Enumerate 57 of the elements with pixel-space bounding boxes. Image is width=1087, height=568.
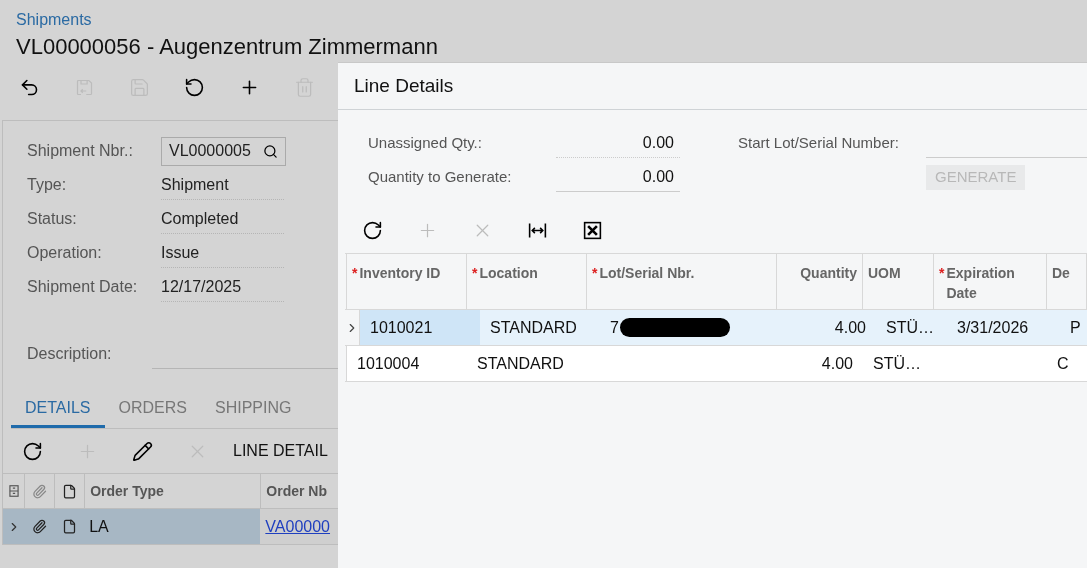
cabinet-icon (6, 484, 21, 498)
input-field[interactable]: Completed (161, 204, 284, 234)
input-field[interactable]: Shipment (161, 170, 284, 200)
input-field[interactable]: 12/17/2025 (161, 272, 284, 302)
field-label: Operation: (27, 243, 103, 263)
dialog-title: Line Details (354, 73, 454, 98)
breadcrumb-link[interactable]: Shipments (16, 10, 1071, 30)
table-cell-text: STÜ… (886, 317, 934, 338)
table-cell-text: 1010004 (357, 353, 420, 374)
page-title: VL00000056 - Augenzentrum Zimmermann (16, 33, 439, 61)
required-mark: * (352, 264, 358, 283)
lookup-field[interactable]: VL0000005 (161, 136, 286, 166)
file-icon (62, 483, 78, 499)
input-field[interactable]: 0.00 (556, 128, 680, 158)
required-mark: * (939, 264, 945, 283)
table-cell-text: 7 (610, 317, 619, 338)
grid-row[interactable]: LA VA00000 (3, 509, 338, 545)
grid-row[interactable]: 1010004 STANDARD 4.00 STÜ… C (345, 346, 1087, 382)
column-header: Expiration Date (946, 264, 1016, 303)
field-label: Status: (27, 209, 78, 229)
field-label: Start Lot/Serial Number: (738, 132, 900, 153)
field-label: Unassigned Qty.: (368, 132, 483, 153)
table-cell-text: STANDARD (477, 353, 564, 374)
table-cell-text: STÜ… (873, 353, 921, 374)
table-cell-text: 4.00 (834, 317, 866, 338)
order-link[interactable]: VA00000 (260, 509, 338, 544)
column-header: UOM (868, 264, 901, 283)
column-header: Quantity (800, 264, 857, 283)
column-header: Lot/Serial Nbr. (599, 264, 695, 283)
column-header: Order Type (84, 474, 261, 508)
table-cell-text: 3/31/2026 (957, 317, 1029, 338)
required-mark: * (592, 264, 598, 283)
column-header: Location (479, 264, 538, 283)
input-field[interactable]: Issue (161, 238, 284, 268)
table-cell-text: P (1070, 317, 1081, 338)
field-label: Type: (27, 175, 68, 195)
grid-row[interactable]: 1010021 STANDARD 7 4.00 STÜ… 3/31/2026 P (345, 310, 1087, 346)
field-label: Shipment Nbr.: (27, 141, 134, 161)
column-header: Inventory ID (359, 264, 441, 283)
table-cell-text: C (1057, 353, 1069, 374)
input-field[interactable]: 0.00 (556, 162, 680, 192)
file-icon[interactable] (61, 519, 77, 534)
field-label: Description: (27, 344, 113, 364)
table-cell-text: 4.00 (821, 353, 853, 374)
table-cell-text: STANDARD (490, 317, 577, 338)
field-label: Quantity to Generate: (368, 166, 513, 187)
table-cell-text: LA (88, 516, 110, 537)
search-icon (263, 143, 278, 159)
paperclip-icon[interactable] (31, 519, 47, 534)
required-mark: * (472, 264, 478, 283)
field-label: Shipment Date: (27, 277, 139, 297)
toolbar-button[interactable]: LINE DETAIL (225, 435, 336, 467)
table-cell-text: 1010021 (370, 317, 433, 338)
column-header: De (1052, 264, 1070, 283)
column-header: Order Nb (260, 474, 338, 508)
paperclip-icon (32, 483, 48, 499)
tab[interactable]: DETAILS (11, 390, 105, 428)
